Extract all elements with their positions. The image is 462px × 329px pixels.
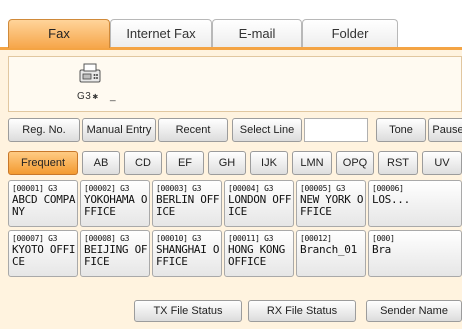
index-tab-frequent[interactable]: Frequent [8,151,78,175]
reg-no-button[interactable]: Reg. No. [8,118,80,142]
address-entry[interactable]: [00002] G3 YOKOHAMA OFFICE [80,180,150,227]
tx-file-status-button[interactable]: TX File Status [134,300,242,322]
entry-id: [00001] G3 [12,184,58,193]
entry-name: BEIJING OFFICE [84,243,148,268]
entry-id: [00002] G3 [84,184,130,193]
rx-file-status-button[interactable]: RX File Status [248,300,356,322]
address-entry[interactable]: [00005] G3 NEW YORK OFFICE [296,180,366,227]
entry-id: [00011] G3 [228,234,274,243]
entry-id: [00010] G3 [156,234,202,243]
entry-name: SHANGHAI OFFICE [156,243,220,268]
entry-name: Branch_01 [300,243,357,256]
entry-name: HONG KONG OFFICE [228,243,285,268]
entry-id: [00012] [300,234,332,243]
index-tab-rst[interactable]: RST [378,151,418,175]
entry-name: BERLIN OFFICE [156,193,220,218]
address-entry[interactable]: [00010] G3 SHANGHAI OFFICE [152,230,222,277]
entry-id: [00003] G3 [156,184,202,193]
entry-id: [00008] G3 [84,234,130,243]
line-field[interactable] [304,118,368,142]
entry-name: LONDON OFFICE [228,193,292,218]
entry-id: [00005] G3 [300,184,346,193]
address-entry[interactable]: [00004] G3 LONDON OFFICE [224,180,294,227]
address-entry[interactable]: [00012] Branch_01 [296,230,366,277]
address-entry[interactable]: [00008] G3 BEIJING OFFICE [80,230,150,277]
select-line-button[interactable]: Select Line [232,118,302,142]
line-label: G3✱ _ [77,91,117,102]
tone-button[interactable]: Tone [376,118,426,142]
sender-name-button[interactable]: Sender Name [366,300,462,322]
entry-name: LOS... [372,193,410,206]
address-entry[interactable]: [000] Bra [368,230,462,277]
pause-button[interactable]: Pause [428,118,462,142]
entry-name: KYOTO OFFICE [12,243,76,268]
index-tab-gh[interactable]: GH [208,151,246,175]
index-tab-opq[interactable]: OPQ [336,151,374,175]
destination-display[interactable]: G3✱ _ [8,56,462,112]
index-tab-lmn[interactable]: LMN [292,151,332,175]
entry-id: [00007] G3 [12,234,58,243]
tab-email[interactable]: E-mail [212,19,302,48]
address-entry[interactable]: [00001] G3 ABCD COMPANY [8,180,78,227]
fax-machine-icon [79,63,101,83]
address-entry[interactable]: [00006] LOS... [368,180,462,227]
fax-panel: G3✱ _ Reg. No. Manual Entry Recent Selec… [0,47,462,329]
entry-name: YOKOHAMA OFFICE [84,193,148,218]
destination-type-tabs: Fax Internet Fax E-mail Folder [0,0,462,48]
index-tab-ab[interactable]: AB [82,151,120,175]
entry-name: NEW YORK OFFICE [300,193,364,218]
index-tab-ef[interactable]: EF [166,151,204,175]
tab-internet-fax[interactable]: Internet Fax [110,19,212,48]
index-tab-ijk[interactable]: IJK [250,151,288,175]
tab-folder[interactable]: Folder [302,19,398,48]
entry-id: [00006] [372,184,404,193]
index-tab-uv[interactable]: UV [422,151,462,175]
address-entry[interactable]: [00007] G3 KYOTO OFFICE [8,230,78,277]
manual-entry-button[interactable]: Manual Entry [82,118,156,142]
index-tab-cd[interactable]: CD [124,151,162,175]
entry-id: [00004] G3 [228,184,274,193]
address-entry[interactable]: [00003] G3 BERLIN OFFICE [152,180,222,227]
entry-id: [000] [372,234,395,243]
input-cursor: _ [110,91,117,102]
entry-name: ABCD COMPANY [12,193,76,218]
entry-name: Bra [372,243,391,256]
tab-fax[interactable]: Fax [8,19,110,48]
address-entry[interactable]: [00011] G3 HONG KONG OFFICE [224,230,294,277]
recent-button[interactable]: Recent [158,118,228,142]
